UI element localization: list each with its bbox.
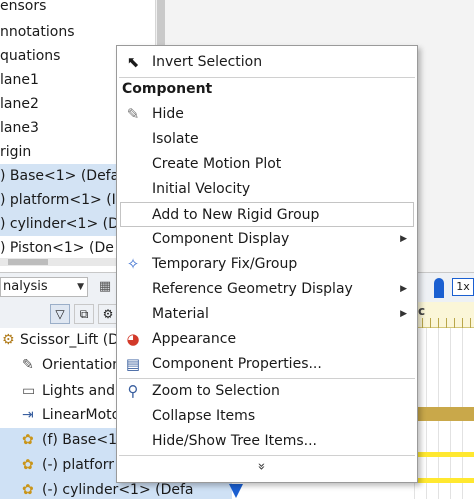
part-icon: ✿ [22,482,34,498]
tree-item-label: rigin [0,144,32,160]
folder-icon: ▭ [22,383,36,399]
menu-item-invert-selection[interactable]: ⬉ Invert Selection [117,50,417,75]
part-icon: ✿ [22,432,34,448]
tree-item-label: lane1 [0,72,39,88]
menu-item-label: Isolate [152,131,199,147]
study-type-dropdown[interactable]: nalysis ▼ [0,277,88,297]
submenu-arrow-icon: ▶ [400,309,407,319]
section-header-label: Component [122,81,213,97]
calculator-icon[interactable]: ▦ [95,277,115,297]
menu-item-initial-velocity[interactable]: Initial Velocity [117,177,417,202]
timeline-bar-cylinder[interactable] [414,478,474,483]
timeline-bar-platform[interactable] [414,452,474,457]
filter-icon[interactable]: ▽ [50,304,70,324]
menu-item-label: Component Properties... [152,356,322,372]
filter-options-icon[interactable]: ⧉ [74,304,94,324]
appearance-icon: ◕ [126,330,140,348]
menu-item-isolate[interactable]: Isolate [117,127,417,152]
study-type-value: nalysis [3,279,48,294]
menu-item-label: Zoom to Selection [152,383,280,399]
chevron-down-icon: ▼ [77,282,84,292]
menu-item-label: Initial Velocity [152,181,251,197]
motion-tree-item[interactable]: ✎ Orientation [0,353,120,378]
cursor-icon: ⬉ [126,53,140,71]
submenu-arrow-icon: ▶ [400,284,407,294]
tree-item-label: Lights and [42,383,116,399]
menu-item-create-motion-plot[interactable]: Create Motion Plot [117,152,417,177]
menu-item-label: Material [152,306,209,322]
menu-item-zoom-to-selection[interactable]: ⚲ Zoom to Selection [117,379,417,404]
tree-item-label: Orientation [42,357,120,373]
time-marker-icon[interactable] [434,278,444,298]
scrollbar-thumb[interactable] [8,259,48,265]
menu-item-reference-geometry-display[interactable]: Reference Geometry Display ▶ [117,277,417,302]
tree-item-label: nnotations [0,24,75,40]
settings-icon[interactable]: ⚙ [98,304,118,324]
menu-item-label: Temporary Fix/Group [152,256,298,272]
expand-menu-icon[interactable]: » [253,463,268,471]
motion-tree-item-selected[interactable]: ✿ (-) platforr [0,453,120,478]
menu-item-label: Add to New Rigid Group [152,207,320,223]
tree-item-label: (-) platforr [42,457,115,473]
submenu-arrow-icon: ▶ [400,234,407,244]
time-marker-icon[interactable] [229,484,243,498]
menu-item-collapse-items[interactable]: Collapse Items [117,404,417,429]
motion-tree-item[interactable]: ▭ Lights and [0,379,120,404]
properties-icon: ▤ [125,355,141,373]
tree-item-label: (f) Base<1> [42,432,120,448]
tree-item-label: ) Piston<1> (De [0,240,114,256]
tree-item-label: ) platform<1> (I [0,192,116,208]
menu-separator [119,455,415,456]
motion-tree-item-selected[interactable]: ✿ (f) Base<1> [0,428,120,453]
context-menu: ⬉ Invert Selection Component ✎ Hide Isol… [116,45,418,483]
zoom-icon: ⚲ [127,382,139,400]
menu-item-add-to-rigid-group[interactable]: Add to New Rigid Group [120,202,414,227]
tree-item-label: ) cylinder<1> (D [0,216,119,232]
tree-item-label: Scissor_Lift (De [20,332,120,348]
menu-item-label: Appearance [152,331,237,347]
menu-item-label: Collapse Items [152,408,256,424]
menu-item-component-properties[interactable]: ▤ Component Properties... [117,352,417,377]
menu-item-label: Invert Selection [152,54,263,70]
menu-item-hide-show-tree-items[interactable]: Hide/Show Tree Items... [117,429,417,454]
menu-item-temporary-fix[interactable]: ✧ Temporary Fix/Group [117,252,417,277]
menu-item-hide[interactable]: ✎ Hide [117,102,417,127]
hide-icon: ✎ [126,105,140,123]
pencil-icon: ✎ [22,357,34,373]
menu-item-label: Component Display [152,231,290,247]
motor-icon: ⇥ [22,407,34,423]
motion-tree-item[interactable]: ⇥ LinearMoto [0,403,120,428]
assembly-icon: ⚙ [2,332,15,348]
tree-item-label: lane3 [0,120,39,136]
menu-item-label: Create Motion Plot [152,156,282,172]
menu-item-appearance[interactable]: ◕ Appearance [117,327,417,352]
tree-item-label: ) Base<1> (Defa [0,168,120,184]
menu-item-label: Reference Geometry Display [152,281,353,297]
menu-item-label: Hide [152,106,184,122]
playback-speed[interactable]: 1x [452,278,474,296]
tree-item-label: ensors [0,0,47,14]
motion-tree-item[interactable]: ⚙ Scissor_Lift (De [0,328,120,353]
menu-item-label: Hide/Show Tree Items... [152,433,317,449]
menu-section-header: Component [117,77,417,102]
ruler-ticks [414,318,474,328]
menu-item-component-display[interactable]: Component Display ▶ [117,227,417,252]
tree-item-label: lane2 [0,96,39,112]
part-icon: ✿ [22,457,34,473]
temporary-fix-icon: ✧ [126,255,140,273]
tree-item-label: LinearMoto [42,407,120,423]
menu-item-material[interactable]: Material ▶ [117,302,417,327]
timeline-bar-base[interactable] [414,407,474,421]
ruler-label: c [418,304,426,318]
tree-item-label: quations [0,48,61,64]
